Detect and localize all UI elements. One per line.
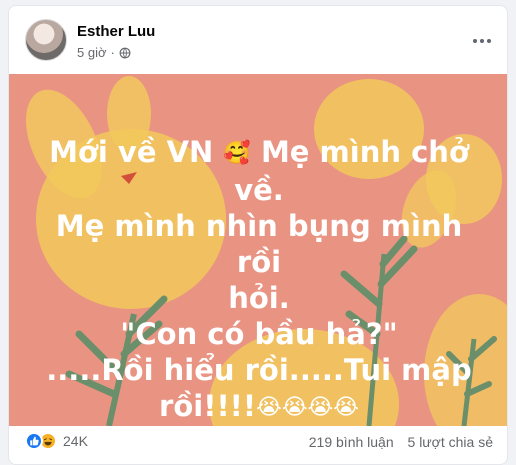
post-line-5: .....Rồi hiểu rồi.....Tui mập — [46, 353, 472, 387]
post-line-1b-text: Mẹ mình chở về. — [234, 135, 469, 207]
comment-count[interactable]: 219 bình luận — [309, 434, 394, 450]
more-options-button[interactable] — [467, 26, 497, 56]
post-line-3: hỏi. — [228, 281, 290, 315]
smiling-hearts-emoji: 🥰 — [223, 141, 251, 166]
post-footer: 24K 219 bình luận 5 lượt chia sẻ — [9, 426, 507, 464]
thumbs-up-icon — [30, 436, 39, 446]
more-icon-dot — [480, 39, 484, 43]
reaction-summary[interactable]: 24K — [25, 432, 88, 450]
post-background: Mới về VN 🥰 Mẹ mình chở về. Mẹ mình nhìn… — [9, 74, 507, 426]
more-icon — [473, 39, 477, 43]
more-icon-dot — [487, 39, 491, 43]
post-line-2: Mẹ mình nhìn bụng mình rồi — [55, 209, 463, 279]
post-card: Esther Luu 5 giờ · Mới về VN 🥰 Mẹ mình c… — [8, 5, 508, 465]
crying-emoji-group: 😭😭😭😭 — [256, 395, 359, 420]
post-line-4: "Con có bầu hả?" — [120, 317, 398, 351]
post-header: Esther Luu 5 giờ · — [9, 6, 507, 72]
post-meta: 5 giờ · — [77, 45, 131, 60]
laughing-face-icon — [41, 434, 55, 448]
like-icon — [25, 432, 43, 450]
post-text: Mới về VN 🥰 Mẹ mình chở về. Mẹ mình nhìn… — [29, 134, 489, 426]
post-line-1-text: Mới về VN — [49, 135, 214, 169]
post-line-6: rồi!!!!😭😭😭😭 — [29, 388, 489, 426]
share-count[interactable]: 5 lượt chia sẻ — [408, 434, 493, 450]
author-name[interactable]: Esther Luu — [77, 23, 155, 40]
post-line-6-text: rồi!!!! — [159, 389, 257, 423]
globe-icon — [119, 47, 131, 58]
separator: · — [110, 45, 115, 60]
reaction-count: 24K — [63, 433, 88, 449]
post-line-1: Mới về VN 🥰 Mẹ mình chở về. — [29, 134, 489, 208]
avatar[interactable] — [25, 19, 67, 61]
post-stats: 219 bình luận 5 lượt chia sẻ — [299, 434, 493, 450]
post-time[interactable]: 5 giờ — [77, 45, 107, 60]
